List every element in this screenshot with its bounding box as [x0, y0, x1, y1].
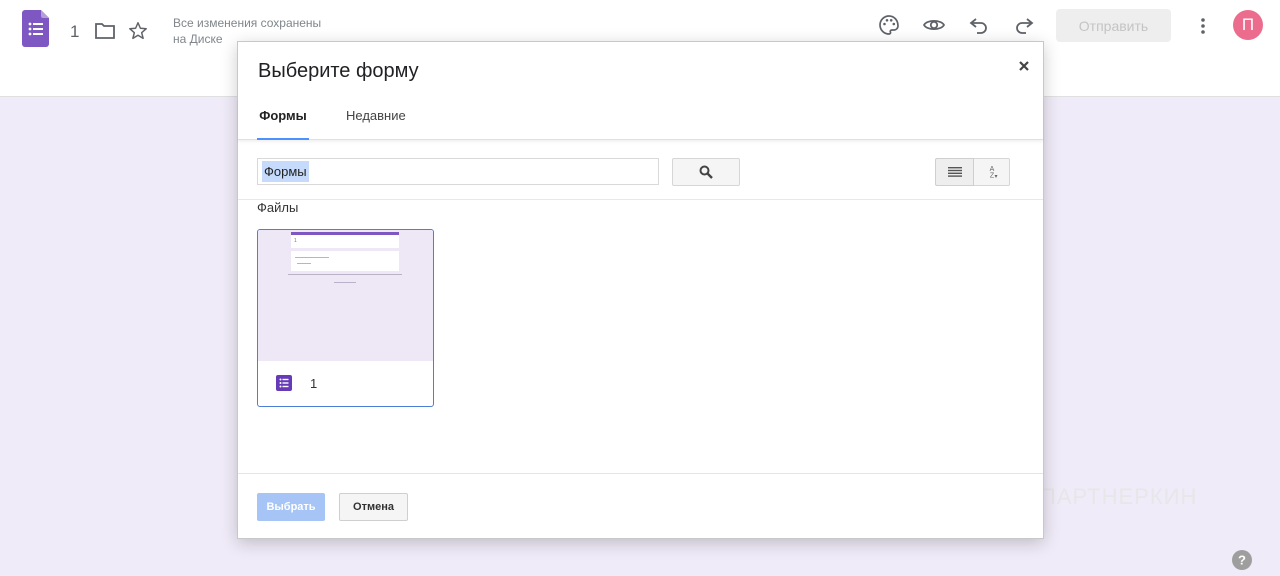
search-icon	[699, 165, 713, 179]
svg-text:?: ?	[1238, 553, 1246, 568]
list-view-icon	[947, 167, 962, 177]
eye-icon[interactable]	[922, 13, 946, 37]
cancel-button[interactable]: Отмена	[339, 493, 408, 521]
google-forms-icon	[276, 375, 292, 391]
star-icon[interactable]	[127, 20, 149, 42]
file-card[interactable]: 1 1	[257, 229, 434, 407]
thumb-line	[295, 257, 329, 258]
thumb-title-card: 1	[291, 235, 399, 248]
sort-az-icon: A Z	[989, 166, 997, 180]
dialog-title: Выберите форму	[258, 60, 419, 82]
thumb-line	[288, 274, 402, 275]
search-input[interactable]: Формы	[257, 158, 659, 185]
svg-text:Z: Z	[989, 173, 994, 180]
close-icon[interactable]	[1018, 60, 1030, 72]
list-view-button[interactable]	[935, 158, 974, 186]
palette-icon[interactable]	[877, 13, 901, 37]
select-button[interactable]: Выбрать	[257, 493, 325, 521]
file-name: 1	[310, 376, 318, 391]
google-forms-icon[interactable]	[22, 10, 49, 47]
save-status-line1: Все изменения сохранены	[173, 16, 322, 30]
send-button[interactable]: Отправить	[1056, 9, 1171, 42]
more-vert-icon[interactable]	[1194, 14, 1212, 38]
search-button[interactable]	[672, 158, 740, 186]
file-card-footer: 1	[258, 361, 433, 406]
tab-recent[interactable]: Недавние	[346, 108, 406, 140]
thumb-question-card	[291, 251, 399, 271]
search-row: Формы A Z	[238, 142, 1043, 200]
thumb-line	[334, 282, 356, 283]
redo-icon[interactable]	[1012, 13, 1036, 37]
select-form-dialog: Выберите форму Формы Недавние Формы A Z	[237, 41, 1044, 539]
section-files-label: Файлы	[257, 200, 299, 215]
watermark-text: ПАРТНЕРКИН	[1040, 484, 1198, 509]
document-title[interactable]: 1	[70, 22, 79, 42]
tab-forms[interactable]: Формы	[257, 108, 309, 140]
folder-icon[interactable]	[94, 21, 116, 41]
file-thumbnail: 1	[258, 230, 433, 361]
search-chip[interactable]: Формы	[262, 161, 309, 182]
help-icon[interactable]: ?	[1232, 550, 1252, 570]
footer-divider	[238, 473, 1043, 474]
dialog-tabs: Формы Недавние	[238, 98, 1043, 140]
thumb-title: 1	[294, 238, 297, 244]
thumb-line	[297, 263, 311, 264]
avatar[interactable]: П	[1233, 10, 1263, 40]
undo-icon[interactable]	[967, 13, 991, 37]
sort-button[interactable]: A Z	[974, 158, 1010, 186]
